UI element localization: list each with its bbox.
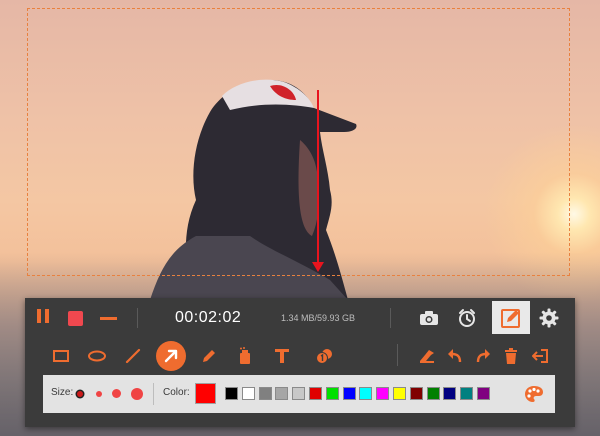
color-swatch[interactable] bbox=[409, 387, 423, 400]
pencil-icon bbox=[203, 350, 215, 362]
exit-icon bbox=[532, 349, 548, 363]
numbered-callout-icon bbox=[316, 349, 332, 364]
rectangle-tool[interactable] bbox=[49, 344, 73, 368]
color-swatch[interactable] bbox=[225, 387, 238, 400]
color-swatch[interactable] bbox=[477, 387, 490, 400]
color-swatch[interactable] bbox=[241, 387, 255, 400]
text-tool[interactable] bbox=[270, 344, 294, 368]
divider bbox=[397, 344, 398, 366]
minus-icon bbox=[99, 316, 117, 320]
divider bbox=[153, 383, 154, 405]
size-option-xs[interactable] bbox=[77, 391, 83, 397]
annotation-tools-row bbox=[25, 338, 575, 374]
pen-tool[interactable] bbox=[197, 344, 221, 368]
text-t-icon bbox=[275, 349, 289, 363]
recording-timer: 00:02:02 bbox=[175, 309, 242, 326]
eraser-icon bbox=[420, 350, 434, 363]
size-option-s[interactable] bbox=[96, 391, 102, 397]
recording-toolbar: 00:02:02 1.34 MB/59.93 GB Size: Color: bbox=[25, 298, 575, 427]
undo-icon bbox=[448, 349, 462, 363]
color-swatch[interactable] bbox=[309, 387, 322, 400]
gear-icon bbox=[539, 308, 559, 328]
divider bbox=[390, 308, 391, 328]
eraser-tool[interactable] bbox=[415, 344, 439, 368]
capture-region-border[interactable] bbox=[27, 8, 570, 276]
style-palette: Size: Color: bbox=[43, 375, 555, 413]
color-swatch[interactable] bbox=[342, 387, 356, 400]
color-swatch[interactable] bbox=[460, 387, 474, 400]
arrow-icon bbox=[164, 349, 178, 363]
alarm-clock-icon bbox=[459, 309, 475, 327]
minimize-button[interactable] bbox=[97, 308, 119, 328]
color-swatch[interactable] bbox=[426, 387, 440, 400]
divider bbox=[137, 308, 138, 328]
pointer-arrowhead bbox=[312, 262, 324, 272]
redo-button[interactable] bbox=[471, 344, 495, 368]
size-label: Size: bbox=[51, 387, 74, 398]
color-palette-icon bbox=[525, 386, 543, 402]
edit-pencil-icon bbox=[501, 308, 520, 328]
rectangle-icon bbox=[53, 350, 69, 362]
stop-button[interactable] bbox=[65, 308, 85, 328]
camera-icon bbox=[420, 311, 438, 325]
pause-icon bbox=[35, 308, 51, 328]
redo-icon bbox=[476, 349, 490, 363]
arrow-tool[interactable] bbox=[156, 341, 186, 371]
exit-edit-button[interactable] bbox=[528, 344, 552, 368]
file-size-readout: 1.34 MB/59.93 GB bbox=[281, 313, 356, 323]
more-colors-button[interactable] bbox=[523, 383, 545, 405]
line-icon bbox=[125, 348, 141, 364]
settings-button[interactable] bbox=[537, 306, 561, 330]
color-swatch[interactable] bbox=[292, 387, 306, 400]
color-label: Color: bbox=[163, 387, 190, 398]
current-color-swatch[interactable] bbox=[195, 383, 216, 404]
color-swatch[interactable] bbox=[258, 387, 272, 400]
clear-button[interactable] bbox=[499, 344, 523, 368]
color-swatch[interactable] bbox=[376, 387, 390, 400]
ellipse-tool[interactable] bbox=[85, 344, 109, 368]
spray-can-icon bbox=[240, 347, 250, 364]
callout-tool[interactable] bbox=[313, 344, 337, 368]
size-option-l[interactable] bbox=[131, 388, 143, 400]
color-swatch[interactable] bbox=[325, 387, 339, 400]
line-tool[interactable] bbox=[121, 344, 145, 368]
color-swatch[interactable] bbox=[359, 387, 373, 400]
schedule-button[interactable] bbox=[455, 306, 479, 330]
undo-button[interactable] bbox=[443, 344, 467, 368]
size-option-m[interactable] bbox=[112, 389, 121, 398]
ellipse-icon bbox=[88, 350, 106, 362]
color-swatch[interactable] bbox=[275, 387, 289, 400]
screenshot-button[interactable] bbox=[417, 306, 441, 330]
edit-annotate-button[interactable] bbox=[492, 301, 530, 334]
pointer-line bbox=[317, 90, 319, 268]
trash-icon bbox=[505, 348, 517, 364]
color-swatch[interactable] bbox=[393, 387, 406, 400]
pause-button[interactable] bbox=[33, 308, 53, 328]
stop-icon bbox=[67, 310, 83, 326]
airbrush-tool[interactable] bbox=[233, 344, 257, 368]
color-swatch[interactable] bbox=[443, 387, 457, 400]
toolbar-top-row: 00:02:02 1.34 MB/59.93 GB bbox=[25, 298, 575, 338]
